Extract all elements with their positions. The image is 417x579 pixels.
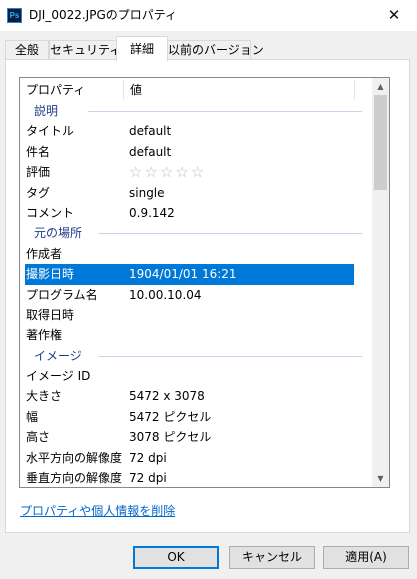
property-row[interactable]: タイトル default [20,121,372,141]
property-list[interactable]: プロパティ 値 説明 タイトル default 件名 default 評価 ☆☆☆☆☆… [19,77,390,488]
property-value: 1904/01/01 16:21 [129,267,237,282]
property-name: 水平方向の解像度 [26,450,123,465]
header-value[interactable]: 値 [124,78,354,102]
section-origin: 元の場所 [20,223,372,243]
property-value: default [129,124,172,139]
property-name: イメージ ID [26,369,91,384]
property-value: 72 dpi [129,471,167,486]
property-name: タイトル [26,124,75,139]
property-row[interactable]: 大きさ 5472 x 3078 [20,386,372,406]
section-label: 元の場所 [34,226,83,241]
window-title: DJI_0022.JPGのプロパティ [29,8,178,22]
property-name: コメント [26,205,75,220]
property-value: default [129,144,172,159]
header-divider[interactable] [354,80,355,100]
property-row-selected[interactable]: 撮影日時 1904/01/01 16:21 [25,264,354,285]
header-property[interactable]: プロパティ [20,78,123,102]
property-name: 垂直方向の解像度 [26,471,123,486]
tab-details[interactable]: 詳細 [116,36,168,61]
list-rows: 説明 タイトル default 件名 default 評価 ☆☆☆☆☆ タグ singl… [20,101,372,487]
scroll-thumb[interactable] [374,95,387,190]
title-bar: Ps DJI_0022.JPGのプロパティ ✕ [0,0,417,31]
property-row[interactable]: 水平方向の解像度 72 dpi [20,448,372,468]
tab-general[interactable]: 全般 [5,40,49,61]
section-label: 説明 [34,104,59,118]
property-row[interactable]: 作成者 [20,244,372,264]
property-value: 10.00.10.04 [129,287,202,302]
property-name: 大きさ [26,389,63,404]
property-value: 72 dpi [129,450,167,465]
property-name: 著作権 [26,328,63,343]
property-row[interactable]: 垂直方向の解像度 72 dpi [20,468,372,487]
section-divider [98,355,362,357]
property-name: 高さ [26,430,51,445]
property-row[interactable]: プログラム名 10.00.10.04 [20,285,372,305]
remove-properties-link[interactable]: プロパティや個人情報を削除 [20,502,175,519]
apply-button[interactable]: 適用(A) [323,546,409,569]
ok-button[interactable]: OK [133,546,219,569]
section-description: 説明 [20,101,372,121]
property-row[interactable]: 幅 5472 ピクセル [20,407,372,427]
property-value: 0.9.142 [129,205,175,220]
list-header: プロパティ 値 [20,78,372,102]
property-row[interactable]: タグ single [20,183,372,203]
scroll-down-icon[interactable]: ▼ [372,470,389,487]
close-button[interactable]: ✕ [371,0,417,31]
property-name: 件名 [26,144,51,159]
tab-previous-versions[interactable]: 以前のバージョン [167,40,264,61]
property-row[interactable]: 著作権 [20,325,372,345]
section-divider [98,233,362,235]
property-name: 作成者 [26,246,63,261]
close-icon: ✕ [387,6,401,24]
property-row[interactable]: コメント 0.9.142 [20,203,372,223]
section-image: イメージ [20,346,372,366]
vertical-scrollbar[interactable]: ▲ ▼ [372,78,389,487]
tab-strip: 全般 セキュリティ 詳細 以前のバージョン [0,36,417,61]
property-value: 3078 ピクセル [129,430,212,445]
property-name: 撮影日時 [26,267,75,282]
photoshop-app-icon: Ps [7,8,22,23]
property-row[interactable]: イメージ ID [20,366,372,386]
property-name: タグ [26,185,51,200]
section-label: イメージ [34,348,82,363]
property-row[interactable]: 評価 ☆☆☆☆☆ [20,162,372,182]
property-name: 取得日時 [26,307,75,322]
property-row[interactable]: 取得日時 [20,305,372,325]
section-divider [88,111,362,112]
property-row[interactable]: 件名 default [20,142,372,162]
cancel-button[interactable]: キャンセル [229,546,315,569]
property-value: 5472 x 3078 [129,389,205,404]
star-rating[interactable]: ☆☆☆☆☆ [129,162,206,182]
property-row[interactable]: 高さ 3078 ピクセル [20,427,372,447]
property-name: プログラム名 [26,287,98,302]
property-value: 5472 ピクセル [129,409,212,424]
property-name: 評価 [26,165,51,180]
tab-security[interactable]: セキュリティ [49,40,121,61]
property-name: 幅 [26,409,39,424]
property-value: single [129,185,165,200]
scroll-up-icon[interactable]: ▲ [372,78,389,95]
